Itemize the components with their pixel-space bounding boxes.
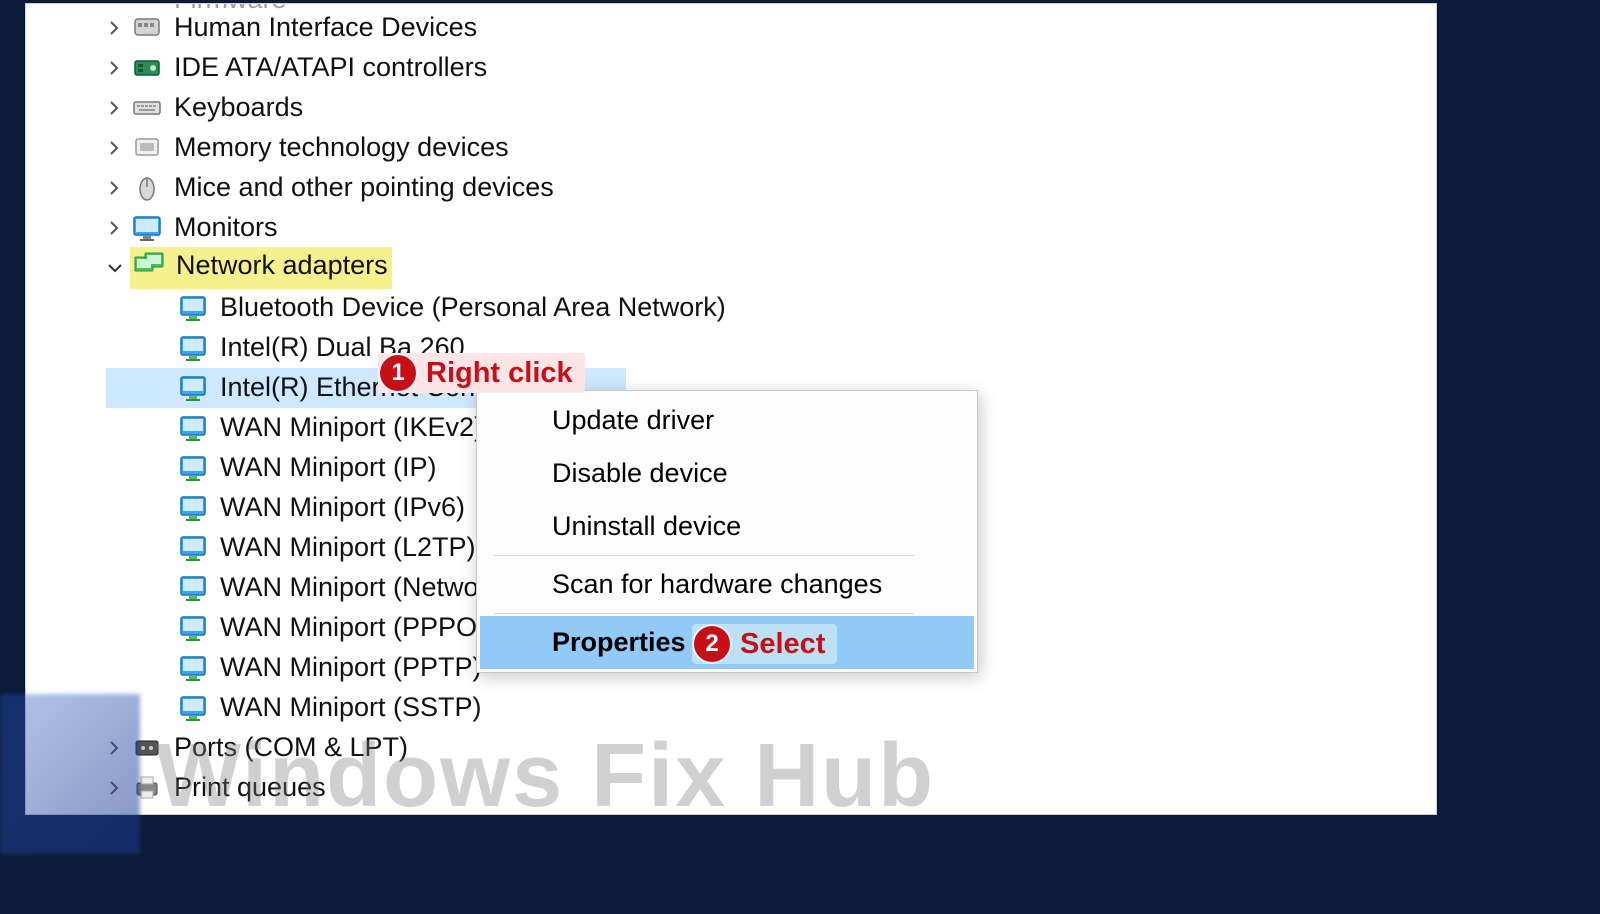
- tree-category-ports[interactable]: Ports (COM & LPT): [106, 728, 1406, 768]
- adapter-icon: [176, 531, 210, 565]
- adapter-icon: [176, 411, 210, 445]
- adapter-icon: [176, 691, 210, 725]
- tree-item-label: Memory technology devices: [174, 129, 509, 167]
- network-icon: [132, 249, 166, 283]
- chevron-right-icon: [106, 219, 124, 237]
- tree-category-ide[interactable]: IDE ATA/ATAPI controllers: [106, 48, 1406, 88]
- mouse-icon: [130, 171, 164, 205]
- annotation-text: Right click: [426, 357, 573, 390]
- tree-category-monitors[interactable]: Monitors: [106, 208, 1406, 248]
- monitor-icon: [130, 211, 164, 245]
- context-menu-item-scan-hardware[interactable]: Scan for hardware changes: [480, 558, 974, 611]
- tree-category-hid[interactable]: Human Interface Devices: [106, 8, 1406, 48]
- adapter-icon: [176, 611, 210, 645]
- tree-item-label: Print queues: [174, 769, 326, 807]
- tree-item-label: Bluetooth Device (Personal Area Network): [220, 289, 726, 327]
- chevron-right-icon: [106, 739, 124, 757]
- annotation-step-1: 1 Right click: [378, 353, 585, 393]
- tree-item-label: WAN Miniport (PPPOE): [220, 609, 504, 647]
- annotation-step-2: 2 Select: [692, 624, 837, 664]
- tree-item-label: WAN Miniport (SSTP): [220, 689, 482, 727]
- highlight-marker: Network adapters: [130, 247, 392, 289]
- printer-icon: [130, 771, 164, 805]
- tree-item-label: WAN Miniport (IKEv2): [220, 409, 483, 447]
- keyboard-icon: [130, 91, 164, 125]
- context-menu-item-uninstall-device[interactable]: Uninstall device: [480, 500, 974, 553]
- chevron-right-icon: [106, 779, 124, 797]
- adapter-icon: [176, 291, 210, 325]
- chevron-right-icon: [106, 179, 124, 197]
- tree-item-label: WAN Miniport (IP): [220, 449, 437, 487]
- step-badge: 2: [694, 626, 730, 662]
- adapter-icon: [176, 451, 210, 485]
- adapter-icon: [176, 331, 210, 365]
- tree-category-memtech[interactable]: Memory technology devices: [106, 128, 1406, 168]
- adapter-icon: [176, 571, 210, 605]
- tree-item-label: Ports (COM & LPT): [174, 729, 408, 767]
- ports-icon: [130, 731, 164, 765]
- step-badge: 1: [380, 355, 416, 391]
- tree-item-label: Human Interface Devices: [174, 9, 477, 47]
- device-manager-window: Firmware Human Interface Devices IDE ATA…: [26, 4, 1436, 814]
- memory-icon: [130, 131, 164, 165]
- tree-item-label: WAN Miniport (PPTP): [220, 649, 482, 687]
- hid-icon: [130, 11, 164, 45]
- tree-item-network-adapter[interactable]: Intel(R) Dual Ba 260: [106, 328, 1406, 368]
- context-menu-item-disable-device[interactable]: Disable device: [480, 447, 974, 500]
- tree-item-label: WAN Miniport (Networ: [220, 569, 488, 607]
- adapter-icon: [176, 651, 210, 685]
- menu-item-label: Uninstall device: [552, 511, 741, 541]
- adapter-icon: [176, 371, 210, 405]
- tree-item-network-adapter[interactable]: Bluetooth Device (Personal Area Network): [106, 288, 1406, 328]
- tree-item-label: IDE ATA/ATAPI controllers: [174, 49, 487, 87]
- ide-icon: [130, 51, 164, 85]
- tree-item-label: Mice and other pointing devices: [174, 169, 554, 207]
- tree-category-mice[interactable]: Mice and other pointing devices: [106, 168, 1406, 208]
- tree-category-keyboards[interactable]: Keyboards: [106, 88, 1406, 128]
- tree-item-label: Monitors: [174, 209, 278, 247]
- menu-item-label: Update driver: [552, 405, 714, 435]
- tree-item-label: Keyboards: [174, 89, 303, 127]
- annotation-text: Select: [740, 628, 825, 661]
- tree-category-network-adapters[interactable]: Network adapters: [106, 248, 1406, 288]
- tree-item-label: WAN Miniport (L2TP): [220, 529, 476, 567]
- context-menu-item-update-driver[interactable]: Update driver: [480, 394, 974, 447]
- menu-separator: [494, 555, 914, 556]
- tree-category-print-queues[interactable]: Print queues: [106, 768, 1406, 808]
- chevron-right-icon: [106, 19, 124, 37]
- menu-separator: [494, 613, 914, 614]
- chevron-right-icon: [106, 139, 124, 157]
- chevron-down-icon: [106, 259, 124, 277]
- tree-item-label: Network adapters: [176, 247, 388, 285]
- menu-item-label: Properties: [552, 627, 686, 657]
- chevron-right-icon: [106, 59, 124, 77]
- adapter-icon: [176, 491, 210, 525]
- menu-item-label: Disable device: [552, 458, 728, 488]
- chevron-right-icon: [106, 99, 124, 117]
- menu-item-label: Scan for hardware changes: [552, 569, 882, 599]
- tree-item-label: WAN Miniport (IPv6): [220, 489, 465, 527]
- tree-item-network-adapter[interactable]: WAN Miniport (SSTP): [106, 688, 1406, 728]
